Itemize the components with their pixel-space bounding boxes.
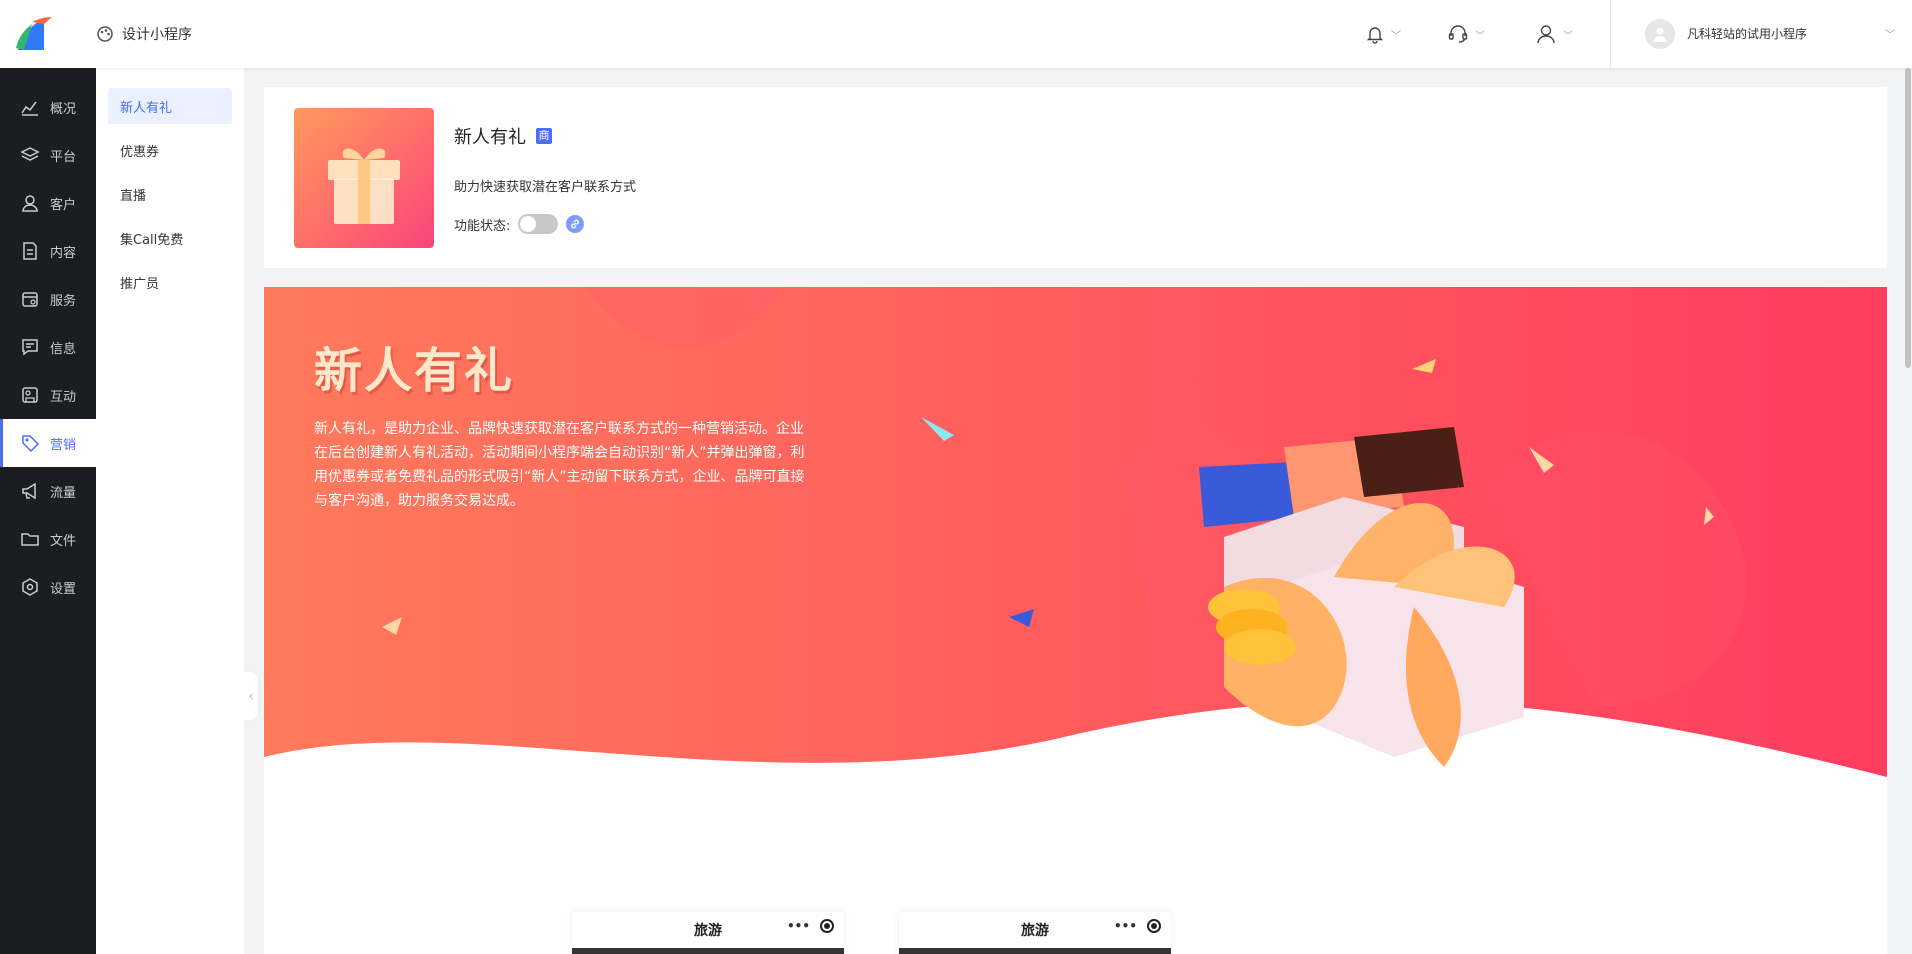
avatar (1645, 19, 1675, 49)
more-icon: ••• (1113, 919, 1137, 933)
sidebar-item-label: 文件 (50, 533, 77, 549)
interaction-icon (22, 387, 38, 403)
message-icon (22, 339, 38, 356)
logo-icon[interactable] (14, 14, 54, 54)
target-icon (1147, 919, 1161, 933)
feature-title: 新人有礼 (454, 127, 526, 148)
submenu-item[interactable]: 直播 (108, 176, 232, 212)
scrollbar-thumb[interactable] (1905, 68, 1911, 368)
gift-thumbnail (294, 108, 434, 248)
account-switcher[interactable]: 凡科轻站的试用小程序 ﹀ (1645, 16, 1895, 52)
sidebar-item-label: 内容 (50, 245, 77, 261)
submenu-item[interactable]: 推广员 (108, 264, 232, 300)
tag-icon (22, 435, 40, 453)
feature-title-row: 新人有礼 商 (454, 123, 552, 149)
sidebar-item[interactable]: 客户 (0, 179, 96, 227)
sidebar-item-label: 平台 (50, 149, 77, 165)
sidebar-item-label: 客户 (50, 197, 77, 213)
sidebar-item[interactable]: 平台 (0, 131, 96, 179)
sidebar-item-label: 互动 (50, 389, 77, 405)
bell-icon (1366, 27, 1384, 44)
gear-icon (22, 578, 38, 596)
submenu-item[interactable]: 优惠券 (108, 132, 232, 168)
palette-icon (97, 26, 113, 42)
sidebar-item-label: 营销 (50, 437, 77, 453)
sub-menu: 新人有礼优惠券直播集Call免费 推广员 (96, 68, 244, 954)
feature-toggle[interactable] (518, 214, 559, 234)
account-name: 凡科轻站的试用小程序 (1687, 27, 1808, 41)
more-icon: ••• (786, 919, 810, 933)
intro-panel: 新人有礼 新人有礼，是助力企业、品牌快速获取潜在客户联系方式的一种营销活动。企业… (264, 287, 1887, 954)
sidebar-item-label: 流量 (50, 485, 77, 501)
chevron-left-icon: ‹ (248, 689, 254, 703)
link-icon (571, 219, 580, 229)
sidebar-item[interactable]: 服务 (0, 275, 96, 323)
chevron-down-icon: ﹀ (1885, 30, 1895, 41)
phone-preview: 旅游 ••• (899, 912, 1171, 954)
gift-icon (328, 148, 400, 224)
sidebar-item-label: 信息 (50, 341, 77, 357)
sidebar-item[interactable]: 文件 (0, 515, 96, 563)
sidebar-item[interactable]: 互动 (0, 371, 96, 419)
main-sidebar: 概况平台客户内容服务信息互动营销流量文件设置 (0, 68, 96, 954)
sidebar-item-label: 设置 (50, 581, 77, 597)
commerce-badge: 商 (536, 128, 552, 144)
sidebar-item-label: 服务 (50, 293, 77, 309)
feature-description: 助力快速获取潜在客户联系方式 (454, 180, 637, 195)
document-icon (23, 242, 37, 260)
design-label: 设计小程序 (122, 27, 192, 43)
feature-card: 新人有礼 商 助力快速获取潜在客户联系方式 功能状态: (264, 87, 1887, 268)
phone-preview-header (572, 948, 844, 954)
feature-status-row: 功能状态: (454, 214, 585, 234)
phone-preview-header (899, 948, 1171, 954)
phone-capsule: ••• (1114, 919, 1161, 933)
avatar-user-icon (1653, 27, 1667, 42)
user-icon (22, 195, 38, 212)
sidebar-item[interactable]: 信息 (0, 323, 96, 371)
sidebar-item[interactable]: 设置 (0, 563, 96, 611)
sidebar-item[interactable]: 概况 (0, 83, 96, 131)
collapse-submenu-button[interactable]: ‹ (244, 672, 258, 720)
sidebar-item[interactable]: 内容 (0, 227, 96, 275)
submenu-item[interactable]: 集Call免费 (108, 220, 232, 256)
link-button[interactable] (566, 215, 585, 233)
sidebar-item-label: 概况 (50, 101, 77, 117)
chart-icon (21, 101, 38, 116)
support-button[interactable]: ﹀ (1447, 20, 1485, 48)
target-icon (820, 919, 834, 933)
chevron-down-icon: ﹀ (1475, 30, 1485, 42)
layers-icon (20, 147, 40, 161)
sidebar-item[interactable]: 流量 (0, 467, 96, 515)
calendar-icon (22, 292, 38, 307)
sidebar-item[interactable]: 营销 (0, 419, 96, 467)
chevron-down-icon: ﹀ (1391, 30, 1401, 42)
design-miniprogram-button[interactable]: 设计小程序 (96, 22, 192, 46)
banner-description: 新人有礼，是助力企业、品牌快速获取潜在客户联系方式的一种营销活动。企业在后台创建… (314, 421, 805, 509)
divider (1610, 0, 1611, 68)
notifications-button[interactable]: ﹀ (1365, 20, 1401, 48)
submenu-item[interactable]: 新人有礼 (108, 88, 232, 124)
top-bar: 设计小程序 ﹀ ﹀ ﹀ 凡科轻站的试用小程序 ﹀ (0, 0, 1912, 68)
user-menu-button[interactable]: ﹀ (1535, 20, 1573, 48)
status-label: 功能状态: (454, 218, 511, 234)
folder-icon (21, 533, 39, 546)
banner-title: 新人有礼 (314, 343, 515, 399)
page-scrollbar[interactable] (1904, 68, 1912, 954)
chevron-down-icon: ﹀ (1563, 30, 1573, 42)
phone-preview: 旅游 ••• (572, 912, 844, 954)
headset-icon (1448, 25, 1468, 43)
phone-capsule: ••• (787, 919, 834, 933)
user-icon (1537, 25, 1555, 44)
megaphone-icon (22, 482, 36, 500)
